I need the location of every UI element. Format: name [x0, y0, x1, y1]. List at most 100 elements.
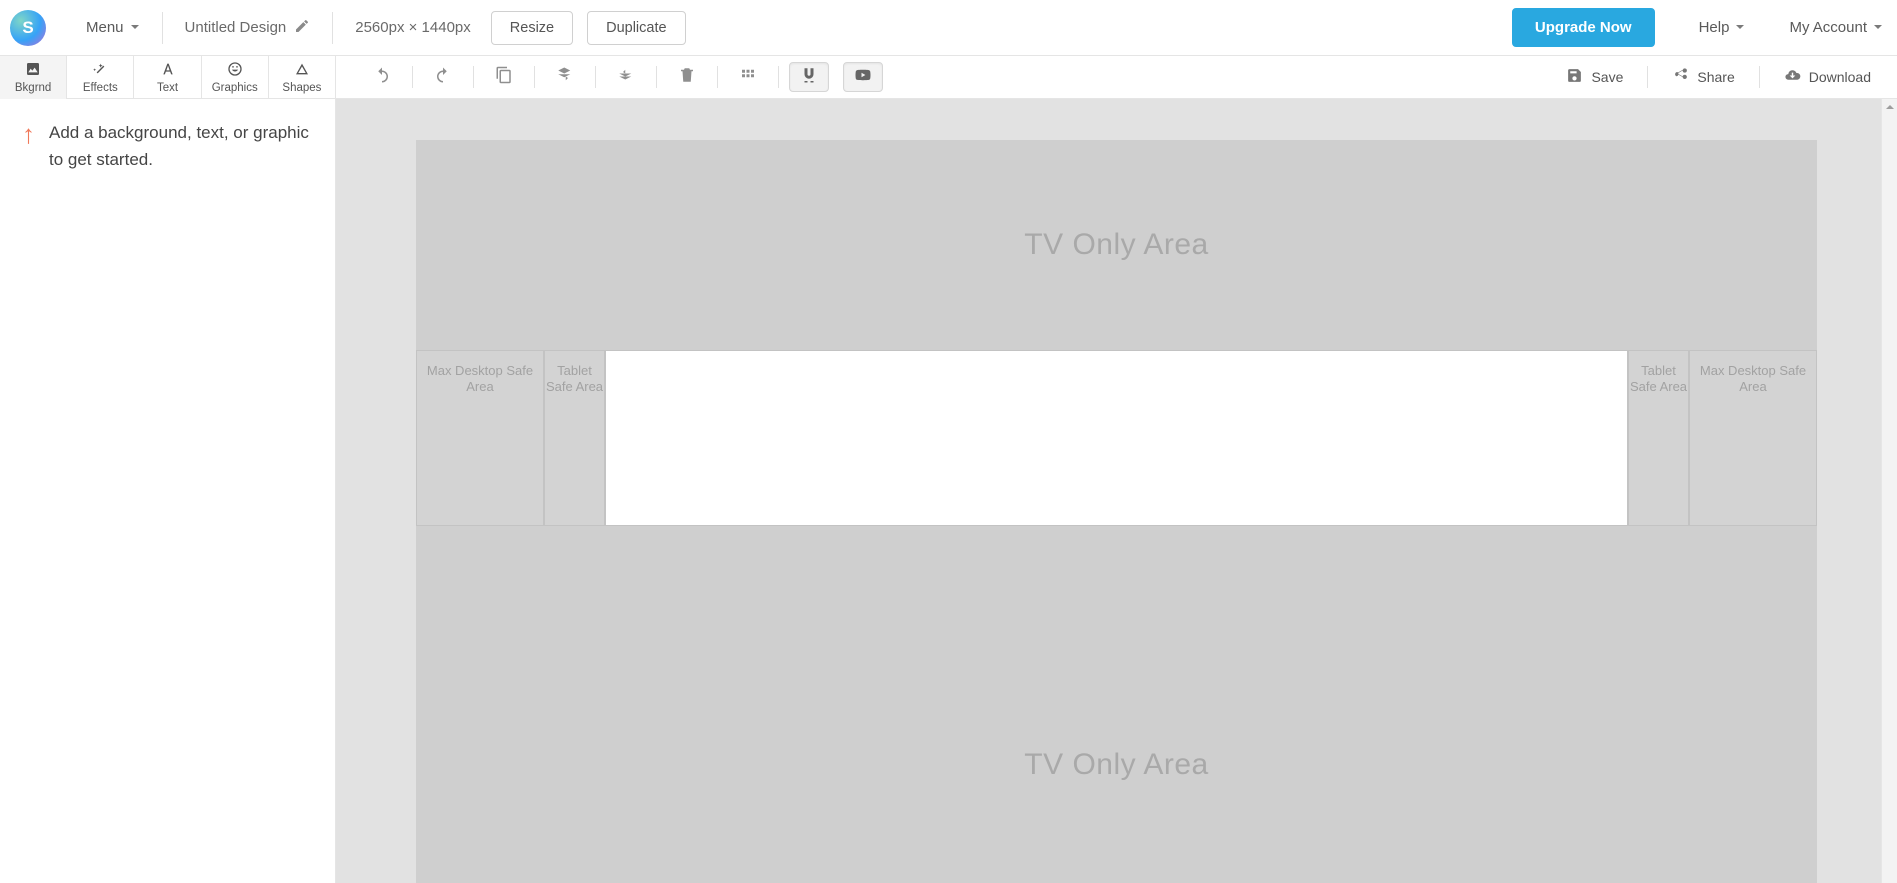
caret-down-icon — [130, 19, 140, 36]
youtube-safezone-toggle[interactable] — [843, 62, 883, 92]
menu-dropdown[interactable]: Menu — [86, 19, 140, 36]
divider — [778, 66, 779, 88]
menu-label: Menu — [86, 19, 124, 36]
undo-icon — [373, 66, 391, 89]
wand-icon — [92, 61, 108, 80]
pencil-edit-icon — [294, 18, 310, 38]
hint-text: Add a background, text, or graphic to ge… — [49, 119, 313, 173]
tablet-label-l1: Tablet — [1641, 363, 1676, 379]
layer-front-button[interactable] — [606, 62, 646, 92]
save-icon — [1566, 67, 1583, 87]
image-icon — [25, 61, 41, 80]
tab-background[interactable]: Bkgrnd — [0, 56, 67, 99]
center-safe-area[interactable] — [605, 350, 1628, 526]
tv-only-area-bottom: TV Only Area — [416, 526, 1817, 883]
tab-effects-label: Effects — [83, 82, 118, 94]
duplicate-button[interactable]: Duplicate — [587, 11, 685, 45]
snap-toggle[interactable] — [789, 62, 829, 92]
youtube-icon — [854, 66, 872, 89]
redo-button[interactable] — [423, 62, 463, 92]
canvas-dimensions: 2560px × 1440px — [355, 19, 471, 36]
account-dropdown[interactable]: My Account — [1789, 19, 1883, 36]
divider — [1759, 66, 1760, 88]
redo-icon — [434, 66, 452, 89]
delete-button[interactable] — [667, 62, 707, 92]
copy-icon — [495, 66, 513, 89]
tab-graphics-label: Graphics — [212, 82, 258, 94]
upgrade-button[interactable]: Upgrade Now — [1512, 8, 1655, 47]
triangle-icon — [294, 61, 310, 80]
caret-down-icon — [1735, 19, 1745, 36]
divider — [473, 66, 474, 88]
share-button[interactable]: Share — [1662, 67, 1744, 87]
tv-only-area-top: TV Only Area — [416, 140, 1817, 350]
tab-shapes-label: Shapes — [282, 82, 321, 94]
scroll-up-arrow[interactable] — [1882, 99, 1897, 115]
canvas-toolbar: Save Share Download — [336, 56, 1897, 98]
layers-up-icon — [617, 66, 635, 89]
resize-button-label: Resize — [510, 20, 554, 36]
max-desktop-safe-right: Max Desktop Safe Area — [1689, 350, 1817, 526]
layer-back-button[interactable] — [545, 62, 585, 92]
divider — [595, 66, 596, 88]
artboard[interactable]: TV Only Area Max Desktop Safe Area Table… — [416, 140, 1817, 883]
grid-icon — [739, 66, 757, 89]
tablet-safe-right: Tablet Safe Area — [1628, 350, 1689, 526]
cloud-download-icon — [1784, 67, 1801, 87]
design-title[interactable]: Untitled Design — [185, 18, 311, 38]
caret-down-icon — [1873, 19, 1883, 36]
left-panel: ↑ Add a background, text, or graphic to … — [0, 99, 336, 883]
tab-graphics[interactable]: Graphics — [202, 56, 269, 99]
canvas-viewport[interactable]: TV Only Area Max Desktop Safe Area Table… — [336, 99, 1897, 883]
max-desktop-label-l1: Max Desktop Safe — [427, 363, 533, 379]
magnet-icon — [800, 66, 818, 89]
tablet-safe-left: Tablet Safe Area — [544, 350, 605, 526]
max-desktop-label-l2: Area — [466, 379, 493, 395]
undo-button[interactable] — [362, 62, 402, 92]
help-dropdown[interactable]: Help — [1699, 19, 1746, 36]
app-logo[interactable]: S — [10, 10, 46, 46]
layers-down-icon — [556, 66, 574, 89]
save-button[interactable]: Save — [1556, 67, 1633, 87]
divider — [412, 66, 413, 88]
arrow-up-icon: ↑ — [22, 121, 35, 147]
copy-button[interactable] — [484, 62, 524, 92]
help-label: Help — [1699, 19, 1730, 36]
tab-background-label: Bkgrnd — [15, 82, 51, 94]
share-label: Share — [1697, 69, 1734, 85]
tab-text-label: Text — [157, 82, 178, 94]
max-desktop-label-l1: Max Desktop Safe — [1700, 363, 1806, 379]
share-icon — [1672, 67, 1689, 87]
duplicate-button-label: Duplicate — [606, 20, 666, 36]
max-desktop-label-l2: Area — [1739, 379, 1766, 395]
divider — [717, 66, 718, 88]
safe-area-row: Max Desktop Safe Area Tablet Safe Area T… — [416, 350, 1817, 526]
download-button[interactable]: Download — [1774, 67, 1881, 87]
right-action-group: Save Share Download — [883, 66, 1881, 88]
account-label: My Account — [1789, 19, 1867, 36]
vertical-scrollbar[interactable] — [1881, 99, 1897, 883]
tab-effects[interactable]: Effects — [67, 56, 134, 99]
divider — [534, 66, 535, 88]
secondary-toolbar-row: Bkgrnd Effects Text Graphics Shapes — [0, 56, 1897, 99]
save-label: Save — [1591, 69, 1623, 85]
upgrade-button-label: Upgrade Now — [1535, 19, 1632, 36]
tab-shapes[interactable]: Shapes — [269, 56, 336, 99]
trash-icon — [678, 66, 696, 89]
top-header: S Menu Untitled Design 2560px × 1440px R… — [0, 0, 1897, 56]
divider — [332, 12, 333, 44]
getting-started-hint: ↑ Add a background, text, or graphic to … — [22, 119, 313, 173]
tv-only-label-bottom: TV Only Area — [416, 748, 1817, 782]
divider — [1647, 66, 1648, 88]
smile-icon — [227, 61, 243, 80]
tablet-label-l2: Safe Area — [546, 379, 603, 395]
tablet-label-l1: Tablet — [557, 363, 592, 379]
max-desktop-safe-left: Max Desktop Safe Area — [416, 350, 544, 526]
divider — [656, 66, 657, 88]
app-logo-letter: S — [22, 18, 33, 38]
resize-button[interactable]: Resize — [491, 11, 573, 45]
tab-text[interactable]: Text — [134, 56, 201, 99]
tv-only-label-top: TV Only Area — [416, 228, 1817, 262]
tool-tab-strip: Bkgrnd Effects Text Graphics Shapes — [0, 56, 336, 98]
grid-button[interactable] — [728, 62, 768, 92]
